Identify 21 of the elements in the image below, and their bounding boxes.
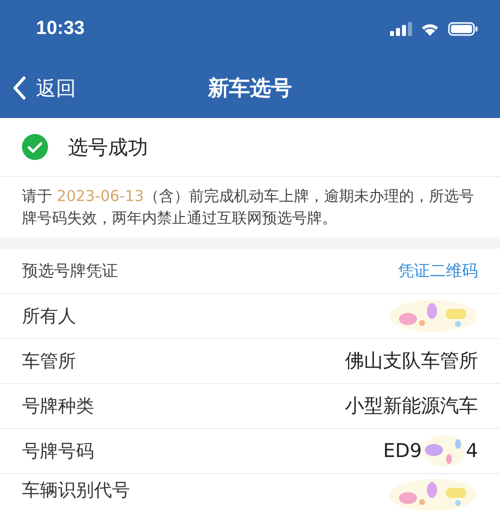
back-button[interactable]: 返回 <box>0 74 76 102</box>
battery-icon <box>448 22 478 36</box>
field-label: 车辆识别代号 <box>22 479 130 502</box>
voucher-label: 预选号牌凭证 <box>22 260 118 282</box>
result-message: 选号成功 <box>68 134 148 160</box>
field-value: 佛山支队车管所 <box>345 349 478 374</box>
wifi-icon <box>420 22 440 36</box>
field-label: 号牌号码 <box>22 440 94 463</box>
status-time: 10:33 <box>36 18 85 40</box>
plate-number-part: ED9 <box>383 440 422 462</box>
field-value: 小型新能源汽车 <box>345 394 478 419</box>
deadline-notice: 请于 2023-06-13（含）前完成机动车上牌，逾期未办理的，所选号牌号码失效，两年内禁止通过互联网预选号牌。 <box>21 186 475 229</box>
qr-code-link[interactable]: 凭证二维码 <box>398 260 478 282</box>
signal-icon <box>390 22 412 36</box>
field-label: 车管所 <box>22 350 76 373</box>
privacy-sticker-drawing <box>422 434 466 468</box>
chevron-left-icon <box>12 76 26 100</box>
field-label: 号牌种类 <box>22 395 94 418</box>
field-label: 所有人 <box>22 305 76 328</box>
page-title: 新车选号 <box>208 75 292 102</box>
plate-number-part: 4 <box>466 440 478 462</box>
